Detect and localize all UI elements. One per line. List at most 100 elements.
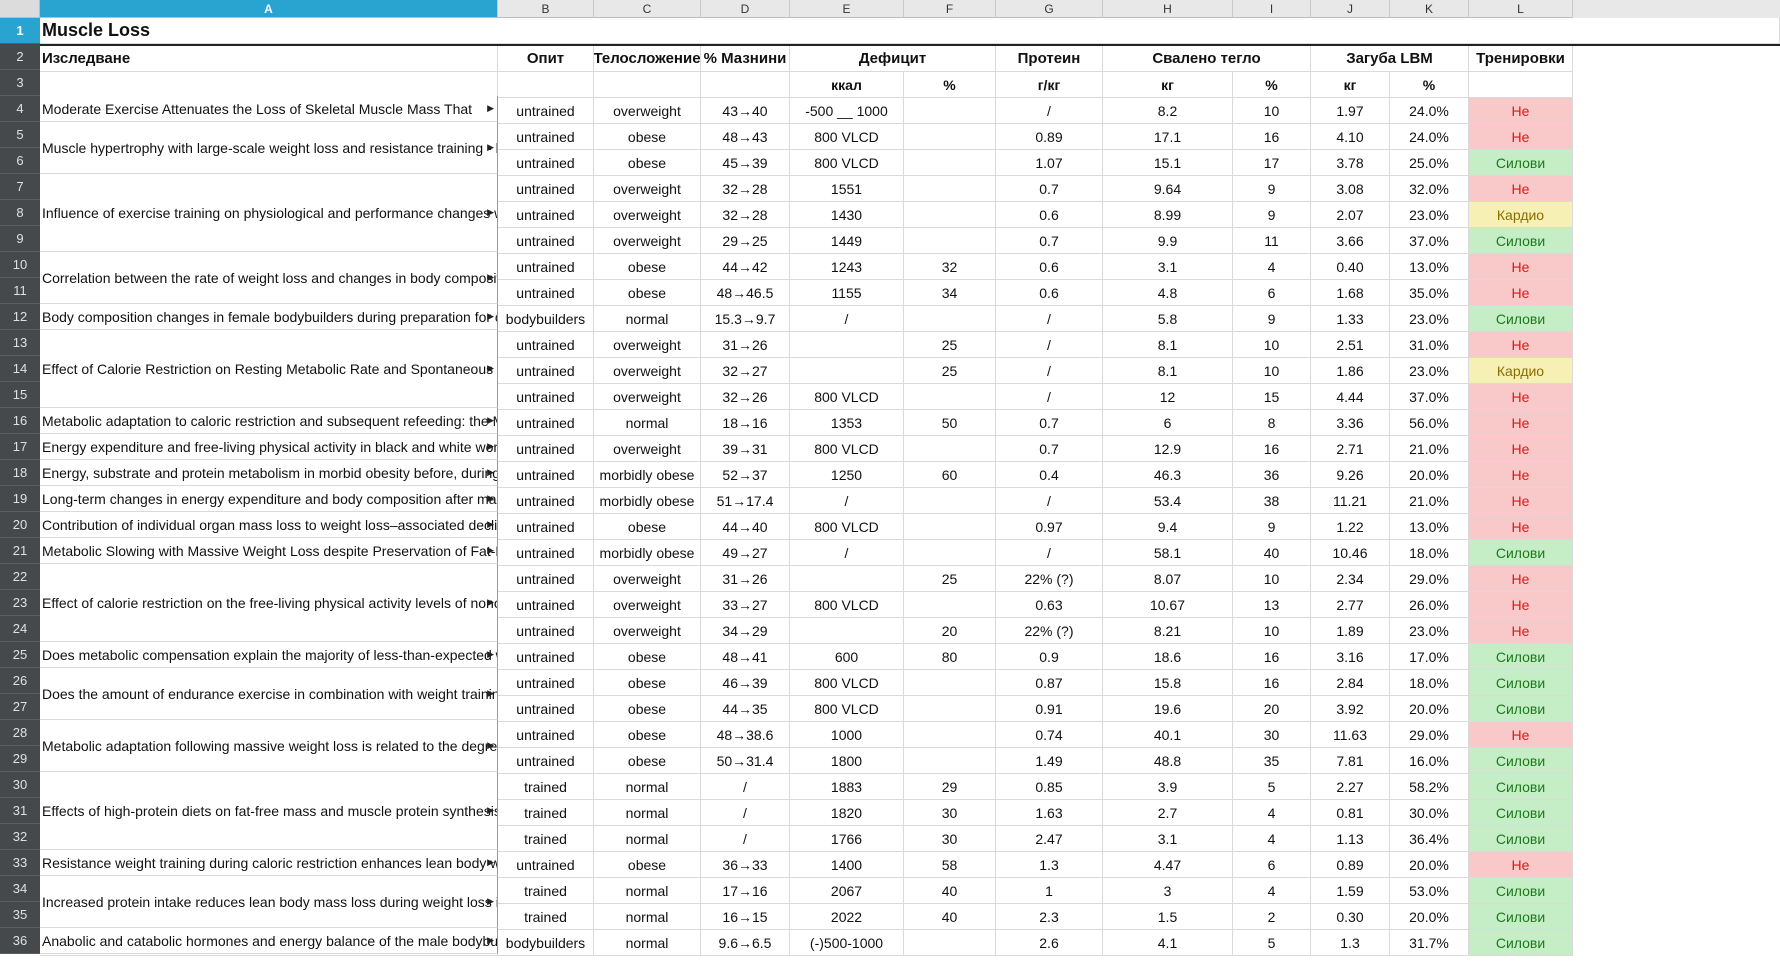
cell-weight-kg[interactable]: 19.6 <box>1103 696 1233 722</box>
cell-build[interactable]: morbidly obese <box>594 462 701 488</box>
cell-weight-kg[interactable]: 46.3 <box>1103 462 1233 488</box>
cell-protein[interactable]: 0.6 <box>996 202 1103 228</box>
cell-weight-kg[interactable]: 9.4 <box>1103 514 1233 540</box>
units-blank-c[interactable] <box>594 72 701 98</box>
cell-lbm-kg[interactable]: 0.30 <box>1311 904 1390 930</box>
cell-experience[interactable]: untrained <box>498 280 594 306</box>
cell-deficit-pct[interactable] <box>904 514 996 540</box>
cell-deficit-pct[interactable] <box>904 696 996 722</box>
cell-training[interactable]: Силови <box>1469 670 1573 696</box>
cell-deficit-kcal[interactable]: -500 __ 1000 <box>790 98 904 124</box>
cell-deficit-pct[interactable] <box>904 202 996 228</box>
cell-weight-kg[interactable]: 48.8 <box>1103 748 1233 774</box>
cell-build[interactable]: normal <box>594 410 701 436</box>
study-title[interactable]: Long-term changes in energy expenditure … <box>40 486 498 512</box>
cell-protein[interactable]: / <box>996 98 1103 124</box>
unit-protein-gkg[interactable]: г/кг <box>996 72 1103 98</box>
cell-deficit-pct[interactable] <box>904 150 996 176</box>
cell-weight-kg[interactable]: 9.9 <box>1103 228 1233 254</box>
cell-fat[interactable]: 32→28 <box>701 202 790 228</box>
cell-deficit-kcal[interactable]: 1353 <box>790 410 904 436</box>
row-header-19[interactable]: 19 <box>0 486 40 512</box>
cell-weight-kg[interactable]: 8.07 <box>1103 566 1233 592</box>
cell-protein[interactable]: 0.7 <box>996 176 1103 202</box>
cell-experience[interactable]: untrained <box>498 540 594 566</box>
cell-deficit-kcal[interactable]: 1800 <box>790 748 904 774</box>
column-header-c[interactable]: C <box>594 0 701 18</box>
cell-lbm-pct[interactable]: 17.0% <box>1390 644 1469 670</box>
header-lbm-loss[interactable]: Загуба LBM <box>1311 46 1469 72</box>
cell-deficit-kcal[interactable] <box>790 566 904 592</box>
cell-training[interactable]: Кардио <box>1469 358 1573 384</box>
units-blank-d[interactable] <box>701 72 790 98</box>
cell-fat[interactable]: 48→38.6 <box>701 722 790 748</box>
cell-weight-kg[interactable]: 8.2 <box>1103 98 1233 124</box>
cell-deficit-kcal[interactable]: 1430 <box>790 202 904 228</box>
study-title[interactable]: Influence of exercise training on physio… <box>40 174 498 252</box>
cell-fat[interactable]: 46→39 <box>701 670 790 696</box>
cell-weight-pct[interactable]: 10 <box>1233 358 1311 384</box>
cell-training[interactable]: Силови <box>1469 774 1573 800</box>
row-header-6[interactable]: 6 <box>0 148 40 174</box>
cell-protein[interactable]: 22% (?) <box>996 618 1103 644</box>
cell-training[interactable]: Не <box>1469 462 1573 488</box>
cell-lbm-kg[interactable]: 1.3 <box>1311 930 1390 956</box>
cell-weight-pct[interactable]: 2 <box>1233 904 1311 930</box>
row-header-33[interactable]: 33 <box>0 850 40 876</box>
cell-weight-kg[interactable]: 58.1 <box>1103 540 1233 566</box>
cell-weight-kg[interactable]: 40.1 <box>1103 722 1233 748</box>
cell-deficit-kcal[interactable]: 800 VLCD <box>790 124 904 150</box>
units-blank-a[interactable] <box>40 72 498 98</box>
cell-protein[interactable]: / <box>996 358 1103 384</box>
cell-lbm-kg[interactable]: 3.08 <box>1311 176 1390 202</box>
cell-lbm-pct[interactable]: 23.0% <box>1390 618 1469 644</box>
cell-deficit-kcal[interactable]: 800 VLCD <box>790 514 904 540</box>
cell-weight-pct[interactable]: 10 <box>1233 566 1311 592</box>
cell-lbm-kg[interactable]: 4.10 <box>1311 124 1390 150</box>
cell-weight-kg[interactable]: 8.99 <box>1103 202 1233 228</box>
cell-build[interactable]: overweight <box>594 384 701 410</box>
study-title[interactable]: Contribution of individual organ mass lo… <box>40 512 498 538</box>
cell-build[interactable]: overweight <box>594 618 701 644</box>
cell-fat[interactable]: 32→28 <box>701 176 790 202</box>
cell-lbm-pct[interactable]: 13.0% <box>1390 514 1469 540</box>
row-header-28[interactable]: 28 <box>0 720 40 746</box>
cell-training[interactable]: Не <box>1469 436 1573 462</box>
cell-training[interactable]: Не <box>1469 618 1573 644</box>
cell-lbm-kg[interactable]: 2.07 <box>1311 202 1390 228</box>
cell-build[interactable]: normal <box>594 306 701 332</box>
cell-deficit-pct[interactable] <box>904 436 996 462</box>
cell-build[interactable]: overweight <box>594 176 701 202</box>
row-header-29[interactable]: 29 <box>0 746 40 772</box>
cell-deficit-pct[interactable]: 25 <box>904 358 996 384</box>
cell-protein[interactable]: 0.6 <box>996 280 1103 306</box>
row-header-11[interactable]: 11 <box>0 278 40 304</box>
cell-weight-pct[interactable]: 4 <box>1233 800 1311 826</box>
cell-weight-kg[interactable]: 15.1 <box>1103 150 1233 176</box>
cell-fat[interactable]: 17→16 <box>701 878 790 904</box>
study-title[interactable]: Metabolic adaptation to caloric restrict… <box>40 408 498 434</box>
cell-build[interactable]: overweight <box>594 202 701 228</box>
cell-deficit-kcal[interactable]: / <box>790 540 904 566</box>
column-header-b[interactable]: B <box>498 0 594 18</box>
row-header-20[interactable]: 20 <box>0 512 40 538</box>
cell-lbm-pct[interactable]: 58.2% <box>1390 774 1469 800</box>
cell-deficit-kcal[interactable]: 1155 <box>790 280 904 306</box>
cell-experience[interactable]: untrained <box>498 462 594 488</box>
cell-weight-pct[interactable]: 9 <box>1233 176 1311 202</box>
cell-weight-pct[interactable]: 20 <box>1233 696 1311 722</box>
cell-weight-pct[interactable]: 16 <box>1233 436 1311 462</box>
cell-training[interactable]: Силови <box>1469 644 1573 670</box>
units-blank-l[interactable] <box>1469 72 1573 98</box>
cell-protein[interactable]: 0.89 <box>996 124 1103 150</box>
cell-fat[interactable]: 29→25 <box>701 228 790 254</box>
header-weight-lost[interactable]: Свалено тегло <box>1103 46 1311 72</box>
column-header-h[interactable]: H <box>1103 0 1233 18</box>
cell-weight-kg[interactable]: 12 <box>1103 384 1233 410</box>
cell-lbm-kg[interactable]: 11.63 <box>1311 722 1390 748</box>
unit-lbm-kg[interactable]: кг <box>1311 72 1390 98</box>
cell-fat[interactable]: 44→42 <box>701 254 790 280</box>
cell-build[interactable]: overweight <box>594 332 701 358</box>
row-header-21[interactable]: 21 <box>0 538 40 564</box>
cell-deficit-pct[interactable]: 50 <box>904 410 996 436</box>
